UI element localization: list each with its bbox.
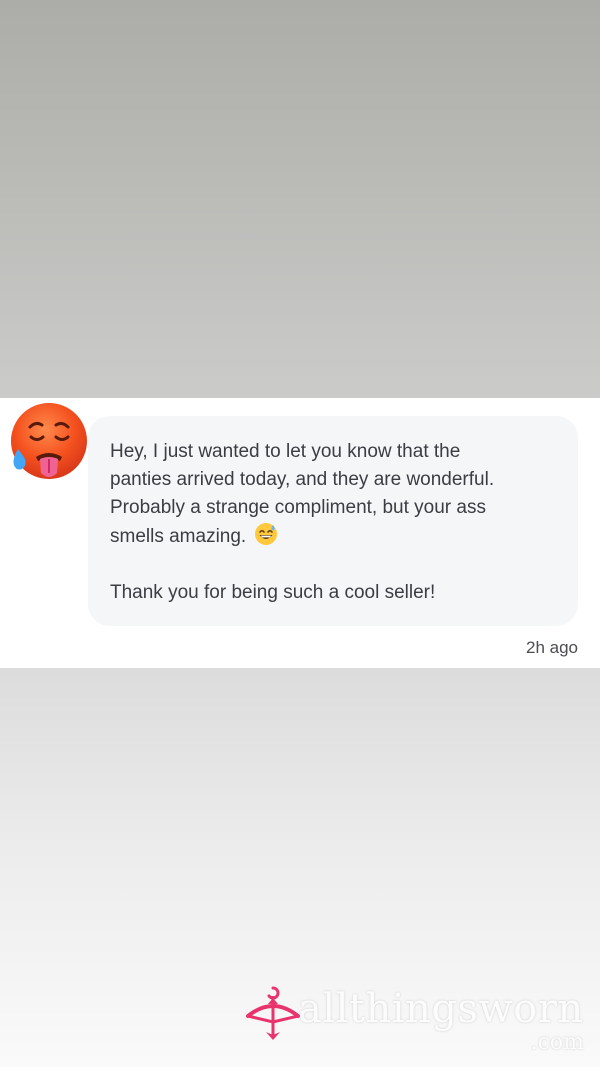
message-line: Probably a strange compliment, but your … (110, 497, 486, 518)
message-line: Hey, I just wanted to let you know that … (110, 441, 461, 462)
message-bubble: Hey, I just wanted to let you know that … (88, 416, 578, 626)
message-panel: Hey, I just wanted to let you know that … (0, 398, 600, 668)
site-watermark: allthingsworn .com (244, 984, 594, 1056)
blurred-footer-area: allthingsworn .com (0, 668, 600, 1067)
hanger-bow-arrow-icon (246, 986, 300, 1040)
blurred-header-area (0, 0, 600, 398)
watermark-suffix: .com (530, 1030, 584, 1055)
hot-face-emoji-icon (11, 403, 87, 479)
message-line: panties arrived today, and they are wond… (110, 469, 495, 490)
grinning-sweat-emoji-icon (254, 523, 277, 545)
message-line: smells amazing. (110, 526, 247, 547)
message-closing-line: Thank you for being such a cool seller! (110, 582, 436, 603)
message-line-with-emoji: smells amazing. (110, 522, 560, 551)
watermark-text: allthingsworn (298, 986, 584, 1032)
message-timestamp: 2h ago (526, 638, 578, 657)
